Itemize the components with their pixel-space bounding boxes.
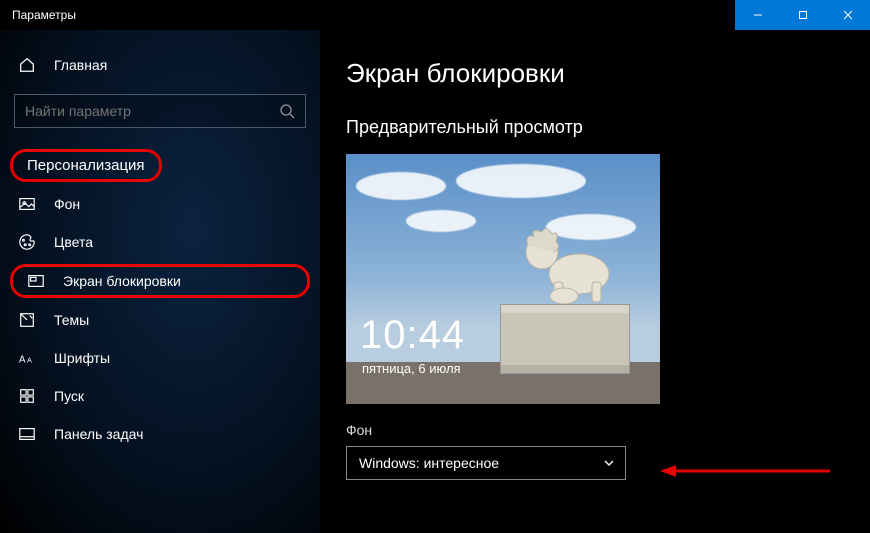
sidebar-item-label: Экран блокировки <box>63 273 181 289</box>
home-nav[interactable]: Главная <box>0 48 320 82</box>
home-label: Главная <box>54 57 107 73</box>
sidebar-item-label: Цвета <box>54 234 93 250</box>
category-personalization: Персонализация <box>10 149 162 182</box>
content-area: Экран блокировки Предварительный просмот… <box>320 30 870 533</box>
window-title: Параметры <box>12 8 76 22</box>
search-input[interactable] <box>14 94 306 128</box>
sidebar-item-label: Фон <box>54 196 80 212</box>
minimize-button[interactable] <box>735 0 780 30</box>
fonts-icon: AA <box>18 349 36 367</box>
svg-text:A: A <box>27 356 32 365</box>
background-field-label: Фон <box>346 422 844 438</box>
lockscreen-preview: 10:44 пятница, 6 июля <box>346 154 660 404</box>
sidebar-item-fonts[interactable]: AA Шрифты <box>0 339 320 377</box>
sidebar-item-lockscreen[interactable]: Экран блокировки <box>10 264 310 298</box>
sidebar-item-label: Панель задач <box>54 426 143 442</box>
maximize-button[interactable] <box>780 0 825 30</box>
page-title: Экран блокировки <box>346 58 844 89</box>
picture-icon <box>18 195 36 213</box>
sidebar-item-label: Темы <box>54 312 89 328</box>
sidebar: Главная Персонализация Фон Цвета Экран б… <box>0 30 320 533</box>
sidebar-item-label: Пуск <box>54 388 84 404</box>
start-icon <box>18 387 36 405</box>
search-icon <box>279 103 295 119</box>
close-button[interactable] <box>825 0 870 30</box>
dropdown-value: Windows: интересное <box>359 455 499 471</box>
sidebar-item-background[interactable]: Фон <box>0 185 320 223</box>
preview-label: Предварительный просмотр <box>346 117 844 138</box>
palette-icon <box>18 233 36 251</box>
themes-icon <box>18 311 36 329</box>
sidebar-item-colors[interactable]: Цвета <box>0 223 320 261</box>
chevron-down-icon <box>603 457 615 469</box>
preview-date: пятница, 6 июля <box>362 361 461 376</box>
window-controls <box>735 0 870 30</box>
taskbar-icon <box>18 425 36 443</box>
background-dropdown[interactable]: Windows: интересное <box>346 446 626 480</box>
preview-time: 10:44 <box>360 313 465 358</box>
sidebar-item-taskbar[interactable]: Панель задач <box>0 415 320 453</box>
lockscreen-icon <box>27 272 45 290</box>
lion-statue <box>514 224 614 304</box>
home-icon <box>18 56 36 74</box>
sidebar-item-themes[interactable]: Темы <box>0 301 320 339</box>
sidebar-item-label: Шрифты <box>54 350 110 366</box>
search-field[interactable] <box>25 103 279 119</box>
svg-text:A: A <box>19 355 26 366</box>
sidebar-item-start[interactable]: Пуск <box>0 377 320 415</box>
